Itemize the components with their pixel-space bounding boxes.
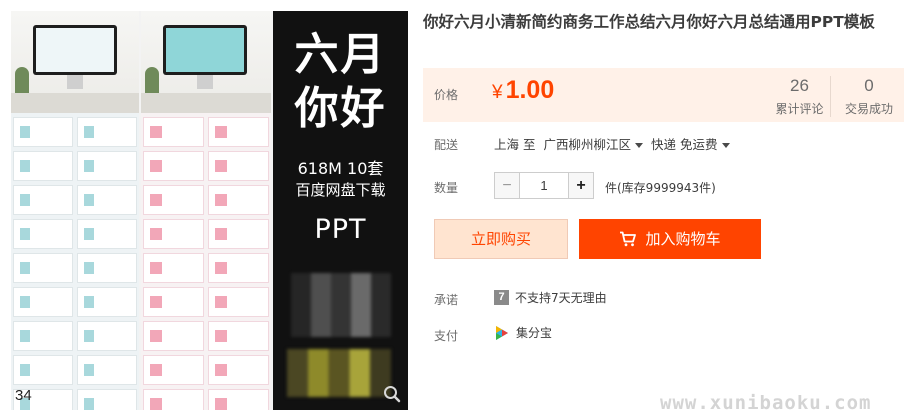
page-count: 34 <box>15 387 32 404</box>
magnifier-icon[interactable] <box>382 384 402 404</box>
pixelated-area <box>287 349 391 397</box>
price-label: 价格 <box>434 88 459 102</box>
slide-thumb <box>77 117 137 147</box>
promise-row: 7 不支持7天无理由 <box>494 289 607 306</box>
price-value: ¥1.00 <box>492 76 554 105</box>
preview-hero <box>11 11 139 113</box>
slide-thumb <box>143 355 204 385</box>
slide-thumb <box>143 185 204 215</box>
slide-thumb <box>208 117 269 147</box>
promo-title-line2: 你好 <box>294 83 387 134</box>
slide-thumb <box>143 287 204 317</box>
slide-thumb <box>77 389 137 410</box>
slide-thumb <box>208 151 269 181</box>
shipping-label: 配送 <box>434 138 459 152</box>
slide-thumb <box>13 219 73 249</box>
price-number: 1.00 <box>505 76 555 104</box>
desk <box>11 93 139 113</box>
slide-thumb <box>143 151 204 181</box>
buy-now-button[interactable]: 立即购买 <box>434 219 568 259</box>
reviews-count: 26 <box>790 76 809 95</box>
slide-thumb <box>13 321 73 351</box>
preview-column-pink <box>141 11 271 410</box>
slide-thumb <box>208 355 269 385</box>
chevron-down-icon[interactable] <box>721 143 730 148</box>
reviews-label: 累计评论 <box>775 102 824 116</box>
preview-column-blue: 34 <box>11 11 139 410</box>
slide-thumb <box>208 219 269 249</box>
monitor-stand <box>67 75 83 89</box>
slide-thumb <box>77 219 137 249</box>
slide-thumb <box>143 389 204 410</box>
product-title: 你好六月小清新简约商务工作总结六月你好六月总结通用PPT模板 <box>423 13 875 31</box>
payment-method[interactable]: 集分宝 <box>516 324 552 341</box>
slide-thumbnails <box>11 115 139 410</box>
slide-thumb <box>77 253 137 283</box>
promo-download-source: 百度网盘下载 <box>295 181 386 199</box>
plant-decoration <box>145 67 159 95</box>
destination-selector[interactable]: 广西柳州柳江区 <box>544 137 632 152</box>
preview-hero <box>141 11 271 113</box>
payment-label: 支付 <box>434 329 459 343</box>
slide-thumb <box>208 253 269 283</box>
promo-panel: 六月 你好 618M 10套 百度网盘下载 PPT <box>273 11 408 410</box>
slide-thumb <box>143 219 204 249</box>
ship-from: 上海 <box>494 137 520 152</box>
slide-thumb <box>13 151 73 181</box>
deals-count: 0 <box>864 76 874 95</box>
slide-thumb <box>77 321 137 351</box>
slide-thumb <box>77 151 137 181</box>
pixelated-qr-area <box>291 273 391 337</box>
slide-thumb <box>13 253 73 283</box>
slide-thumb <box>208 389 269 410</box>
slide-thumb <box>13 287 73 317</box>
slide-thumb <box>208 321 269 351</box>
quantity-input[interactable]: 1 <box>520 172 568 199</box>
stock-info: 件(库存9999943件) <box>605 181 716 195</box>
monitor-mockup <box>163 25 247 75</box>
slide-thumb <box>13 117 73 147</box>
quantity-label: 数量 <box>434 181 459 195</box>
price-panel: 价格 ¥1.00 26 累计评论 0 交易成功 <box>423 68 904 122</box>
promo-format: PPT <box>314 214 367 245</box>
deals-label: 交易成功 <box>844 102 893 116</box>
increase-button[interactable]: + <box>568 172 594 199</box>
decrease-button[interactable]: − <box>494 172 520 199</box>
ship-to-word: 至 <box>523 137 536 152</box>
desk <box>141 93 271 113</box>
promo-title-line1: 六月 <box>294 29 387 80</box>
slide-thumb <box>77 185 137 215</box>
reviews-stat[interactable]: 26 累计评论 <box>773 76 831 117</box>
seven-day-icon: 7 <box>494 290 509 305</box>
slide-thumb <box>77 355 137 385</box>
quantity-stepper: − 1 + <box>494 172 594 199</box>
plant-decoration <box>15 67 29 95</box>
shipping-row: 上海至 广西柳州柳江区 快递 免运费 <box>494 134 734 153</box>
monitor-mockup <box>33 25 117 75</box>
chevron-down-icon[interactable] <box>635 143 644 148</box>
slide-thumb <box>77 287 137 317</box>
slide-thumb <box>143 253 204 283</box>
slide-thumb <box>208 287 269 317</box>
promo-size-count: 618M 10套 <box>297 159 384 178</box>
promise-text[interactable]: 不支持7天无理由 <box>515 289 607 306</box>
promise-label: 承诺 <box>434 293 459 307</box>
add-to-cart-button[interactable]: 加入购物车 <box>579 219 761 259</box>
slide-thumb <box>143 321 204 351</box>
slide-thumb <box>13 185 73 215</box>
currency-symbol: ¥ <box>492 82 503 103</box>
payment-row: 集分宝 <box>494 324 552 341</box>
monitor-stand <box>197 75 213 89</box>
cart-icon <box>620 231 637 247</box>
product-main-image[interactable]: 34 六月 你好 618M 10套 百度网盘下载 PPT <box>11 11 408 410</box>
shipping-method-selector[interactable]: 快递 免运费 <box>651 137 717 152</box>
slide-thumb <box>208 185 269 215</box>
add-to-cart-label: 加入购物车 <box>645 230 721 248</box>
jifenbao-icon <box>496 325 508 340</box>
slide-thumb <box>143 117 204 147</box>
slide-thumb <box>13 355 73 385</box>
site-watermark: www.xunibaoku.com <box>660 392 872 414</box>
deals-stat: 0 交易成功 <box>837 76 901 117</box>
slide-thumbnails <box>141 115 271 410</box>
